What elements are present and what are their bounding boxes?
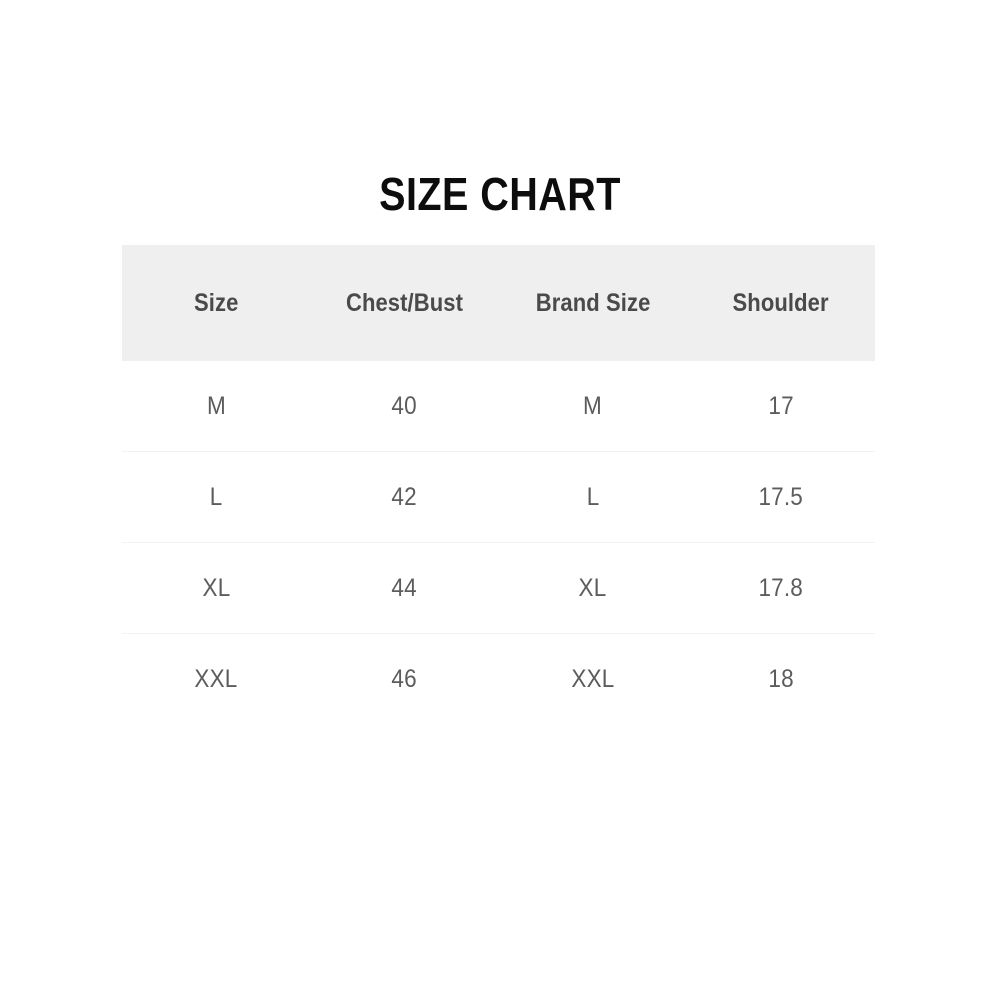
table-row: L 42 L 17.5 bbox=[122, 451, 875, 543]
cell-shoulder-value: 17 bbox=[768, 391, 794, 420]
cell-shoulder: 17.5 bbox=[686, 451, 875, 543]
size-table-container: Size Chest/Bust Brand Size Shoulder M 40… bbox=[122, 245, 875, 724]
column-header-chest-bust: Chest/Bust bbox=[310, 245, 498, 361]
table-header: Size Chest/Bust Brand Size Shoulder bbox=[122, 245, 875, 361]
cell-chest-bust-value: 42 bbox=[391, 482, 418, 511]
table-row: M 40 M 17 bbox=[122, 361, 875, 452]
table-row: XXL 46 XXL 18 bbox=[122, 633, 875, 724]
cell-size: XL bbox=[122, 542, 311, 634]
cell-brand-size: L bbox=[498, 451, 687, 543]
cell-chest-bust-value: 44 bbox=[391, 573, 418, 602]
cell-chest-bust: 42 bbox=[310, 451, 499, 543]
cell-size: M bbox=[122, 361, 310, 452]
cell-brand-size-value: L bbox=[586, 482, 599, 511]
column-header-brand-size-label: Brand Size bbox=[535, 288, 650, 317]
cell-shoulder: 17 bbox=[687, 361, 875, 452]
cell-size-value: M bbox=[206, 391, 226, 420]
table-row: XL 44 XL 17.8 bbox=[122, 542, 875, 634]
cell-brand-size: XXL bbox=[498, 633, 687, 724]
column-header-size-label: Size bbox=[193, 288, 239, 317]
column-header-size: Size bbox=[122, 245, 310, 361]
column-header-shoulder-label: Shoulder bbox=[732, 288, 829, 317]
cell-brand-size-value: M bbox=[583, 391, 603, 420]
cell-brand-size: XL bbox=[498, 542, 687, 634]
column-header-brand-size: Brand Size bbox=[499, 245, 687, 361]
table-header-row: Size Chest/Bust Brand Size Shoulder bbox=[122, 245, 875, 361]
table-body: M 40 M 17 L 42 L 17.5 XL 44 XL 17.8 XXL … bbox=[122, 361, 875, 724]
page-title: SIZE CHART bbox=[379, 168, 621, 220]
size-chart-table: Size Chest/Bust Brand Size Shoulder M 40… bbox=[122, 245, 875, 724]
cell-shoulder-value: 18 bbox=[768, 664, 794, 693]
cell-brand-size-value: XL bbox=[578, 573, 607, 602]
cell-chest-bust: 44 bbox=[310, 542, 499, 634]
cell-chest-bust: 46 bbox=[310, 633, 499, 724]
column-header-shoulder: Shoulder bbox=[687, 245, 875, 361]
cell-brand-size-value: XXL bbox=[571, 664, 615, 693]
cell-shoulder: 18 bbox=[686, 633, 875, 724]
cell-shoulder-value: 17.8 bbox=[758, 573, 804, 602]
cell-chest-bust-value: 40 bbox=[391, 391, 418, 420]
cell-size-value: L bbox=[209, 482, 223, 511]
cell-size: L bbox=[122, 451, 311, 543]
cell-size-value: XXL bbox=[194, 664, 238, 693]
cell-size: XXL bbox=[122, 633, 311, 724]
column-header-chest-bust-label: Chest/Bust bbox=[345, 288, 463, 317]
cell-chest-bust-value: 46 bbox=[391, 664, 418, 693]
size-chart-page: SIZE CHART Size Chest/Bust Brand Size Sh… bbox=[0, 0, 1000, 1000]
cell-chest-bust: 40 bbox=[310, 361, 498, 452]
cell-brand-size: M bbox=[499, 361, 687, 452]
cell-shoulder: 17.8 bbox=[686, 542, 875, 634]
cell-shoulder-value: 17.5 bbox=[758, 482, 804, 511]
cell-size-value: XL bbox=[202, 573, 231, 602]
